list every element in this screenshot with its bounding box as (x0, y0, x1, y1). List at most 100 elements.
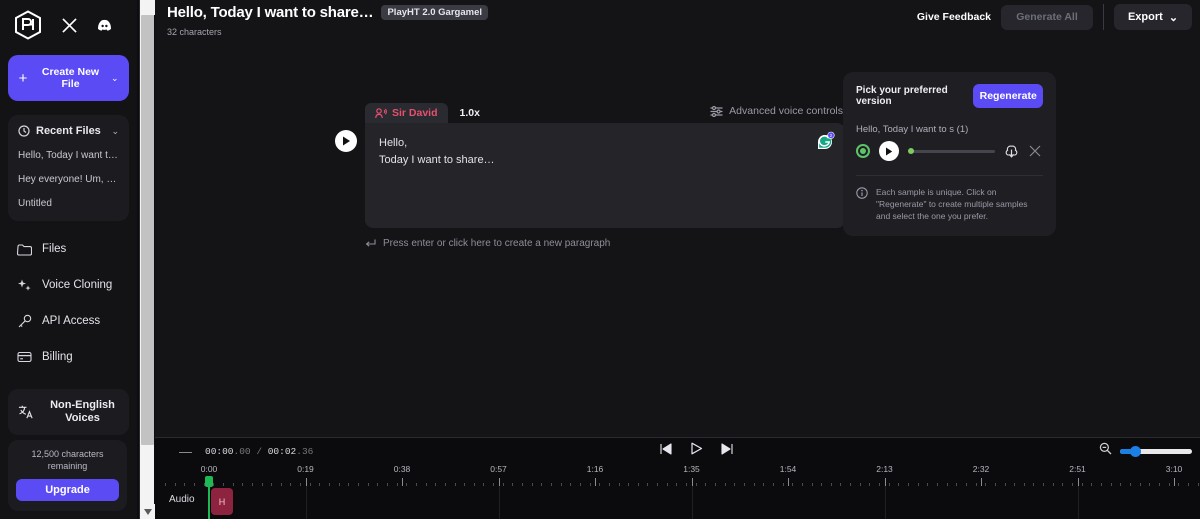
x-twitter-icon[interactable] (62, 18, 77, 33)
playhead[interactable] (208, 477, 210, 519)
divider (856, 175, 1043, 176)
transport-controls (660, 442, 733, 460)
upgrade-button[interactable]: Upgrade (16, 479, 119, 501)
advanced-voice-controls-button[interactable]: Advanced voice controls (710, 105, 843, 117)
key-icon (16, 313, 32, 329)
timeline-gridline (499, 486, 500, 519)
timeline-tick-label: 3:10 (1166, 464, 1183, 474)
regenerate-button[interactable]: Regenerate (973, 84, 1043, 108)
timeline-tick-label: 2:32 (973, 464, 990, 474)
skip-back-icon[interactable] (660, 442, 672, 460)
recent-file-item[interactable]: Hello, Today I want t… (18, 150, 119, 161)
voice-model-badge: PlayHT 2.0 Gargamel (381, 5, 488, 20)
version-panel-note-text: Each sample is unique. Click on "Regener… (876, 186, 1043, 222)
audio-clip[interactable]: H (211, 488, 233, 515)
grammarly-icon[interactable]: 2 (815, 131, 835, 151)
recent-file-item[interactable]: Hey everyone! Um, … (18, 174, 119, 185)
sample-play-button[interactable] (879, 141, 899, 161)
play-icon[interactable] (690, 442, 703, 460)
collapse-timeline-button[interactable]: — (179, 444, 192, 459)
timeline-zoom-slider[interactable] (1120, 449, 1192, 454)
preferred-version-panel: Pick your preferred version Regenerate H… (843, 72, 1056, 236)
total-time: 00:02 (268, 446, 297, 457)
sidebar-item-label: Billing (42, 351, 73, 363)
scroll-up-arrow-icon[interactable] (140, 0, 155, 15)
translate-icon (18, 404, 34, 420)
export-label: Export (1128, 11, 1163, 23)
timeline-major-tick (402, 478, 403, 486)
sample-progress-slider[interactable] (908, 150, 995, 153)
zoom-out-icon[interactable] (1099, 442, 1112, 460)
sidebar-item-files[interactable]: Files (8, 231, 129, 267)
sidebar-item-non-english-voices[interactable]: Non-English Voices (8, 389, 129, 435)
track-label-audio: Audio (169, 494, 195, 505)
speed-selector-tab[interactable]: 1.0x (448, 107, 492, 119)
sample-name: Hello, Today I want to s (1) (856, 124, 1043, 135)
time-separator: / (251, 446, 268, 457)
timeline-gridline (692, 486, 693, 519)
brand-row (8, 0, 129, 50)
give-feedback-button[interactable]: Give Feedback (917, 11, 991, 23)
title-block: Hello, Today I want to share… PlayHT 2.0… (167, 2, 488, 37)
skip-forward-icon[interactable] (721, 442, 733, 460)
recent-files-header[interactable]: Recent Files ⌄ (18, 125, 119, 137)
new-paragraph-button[interactable]: Press enter or click here to create a ne… (365, 238, 845, 249)
scrollbar-thumb[interactable] (141, 15, 154, 445)
voice-selector-tab[interactable]: Sir David (365, 103, 448, 123)
paragraph-block: Sir David 1.0x Advanced voice controls (365, 103, 845, 249)
paragraph-line: Today I want to share… (379, 152, 831, 169)
sidebar-item-billing[interactable]: Billing (8, 339, 129, 375)
export-button[interactable]: Export ⌄ (1114, 4, 1192, 30)
sidebar-item-api-access[interactable]: API Access (8, 303, 129, 339)
current-time-frac: .00 (234, 446, 251, 457)
paragraph-line: Hello, (379, 135, 831, 152)
page-title[interactable]: Hello, Today I want to share… (167, 4, 373, 21)
timeline: — 00:00.00 / 00:02.36 (155, 437, 1200, 519)
discord-icon[interactable] (97, 18, 112, 33)
zoom-slider-handle[interactable] (1130, 446, 1141, 457)
version-panel-header: Pick your preferred version Regenerate (856, 84, 1043, 108)
non-english-voices-label: Non-English Voices (42, 399, 129, 425)
main-area: Hello, Today I want to share… PlayHT 2.0… (155, 0, 1200, 519)
quota-text: 12,500 characters remaining (16, 448, 119, 472)
editor-body: Sir David 1.0x Advanced voice controls (155, 41, 1200, 437)
download-icon[interactable] (1004, 144, 1019, 159)
new-paragraph-label: Press enter or click here to create a ne… (383, 238, 610, 249)
sidebar-item-voice-cloning[interactable]: Voice Cloning (8, 267, 129, 303)
clock-icon (18, 125, 30, 137)
timeline-major-tick (885, 478, 886, 486)
page-scrollbar[interactable] (139, 0, 154, 519)
sliders-icon (710, 106, 723, 117)
version-panel-title: Pick your preferred version (856, 85, 973, 107)
timeline-major-tick (1078, 478, 1079, 486)
title-line: Hello, Today I want to share… PlayHT 2.0… (167, 4, 488, 21)
playht-logo[interactable] (14, 10, 42, 40)
timeline-ruler[interactable]: 0:000:190:380:571:161:351:542:132:322:51… (155, 464, 1200, 486)
timeline-tick-label: 1:54 (780, 464, 797, 474)
generate-all-button[interactable]: Generate All (1001, 5, 1093, 30)
sample-select-radio[interactable] (856, 144, 870, 158)
credit-card-icon (16, 349, 32, 365)
timeline-major-tick (595, 478, 596, 486)
timeline-tick-label: 0:38 (394, 464, 411, 474)
paragraph-text-input[interactable]: Hello, Today I want to share… 2 (365, 123, 845, 228)
quota-card: 12,500 characters remaining Upgrade (8, 440, 127, 511)
timeline-zoom-controls (1099, 442, 1192, 460)
timeline-tick-label: 0:00 (201, 464, 218, 474)
recent-files-card: Recent Files ⌄ Hello, Today I want t… He… (8, 115, 129, 221)
create-new-file-button[interactable]: + Create New File ⌄ (8, 55, 129, 101)
sparkles-icon (16, 277, 32, 293)
paragraph-play-button[interactable] (335, 130, 357, 152)
scroll-down-arrow-icon[interactable] (140, 504, 155, 519)
info-icon (856, 187, 868, 199)
timeline-major-tick (692, 478, 693, 486)
close-icon[interactable] (1028, 144, 1043, 159)
chevron-down-icon: ⌄ (111, 126, 119, 137)
character-count: 32 characters (167, 27, 488, 37)
timeline-gridline (306, 486, 307, 519)
timeline-tick-label: 1:16 (587, 464, 604, 474)
folder-icon (16, 241, 32, 257)
current-time: 00:00 (205, 446, 234, 457)
recent-file-item[interactable]: Untitled (18, 198, 119, 209)
sample-row (856, 141, 1043, 161)
